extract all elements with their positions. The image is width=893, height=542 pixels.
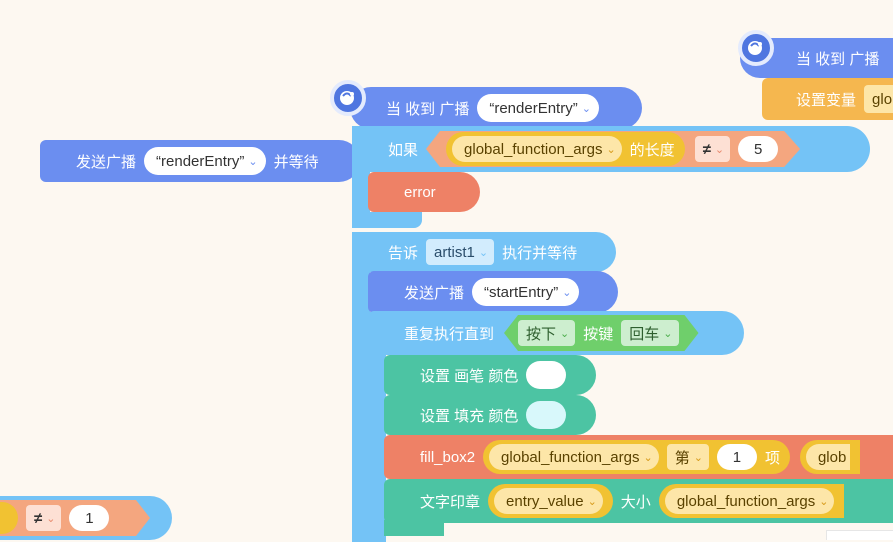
repeat-label: 重复执行直到 [404, 325, 495, 343]
broadcast-message-dropdown[interactable]: “renderEntry” ⌄ [144, 147, 266, 175]
pen-color-swatch[interactable] [526, 361, 567, 389]
text-stamp-block[interactable]: 文字印章 entry_value ⌄ 大小 global_function_ar… [384, 479, 893, 523]
length-label: 的长度 [629, 141, 675, 159]
stamp-size-reporter[interactable]: global_function_args ⌄ [658, 484, 845, 518]
bottom-left-number-input[interactable]: 1 [69, 505, 110, 531]
stamp-size-var-dropdown[interactable]: global_function_args ⌄ [664, 488, 835, 514]
fill-box-label: fill_box2 [420, 448, 476, 466]
chevron-down-icon: ⌄ [693, 451, 703, 464]
set-fill-color-label: 设置 填充 颜色 [420, 407, 519, 425]
send-broadcast-dropdown[interactable]: “startEntry” ⌄ [472, 278, 580, 306]
error-block[interactable]: error [368, 172, 480, 212]
tell-prefix: 告诉 [388, 244, 419, 262]
tell-suffix: 执行并等待 [502, 244, 578, 262]
press-dropdown[interactable]: 按下 ⌄ [518, 320, 575, 346]
chevron-down-icon: ⌄ [248, 155, 258, 168]
if-block-bottom [352, 212, 422, 228]
top-right-hat-block[interactable]: 当 收到 广播 [738, 30, 893, 80]
if-label: 如果 [388, 141, 419, 159]
send-broadcast-wait-prefix: 发送广播 [76, 153, 137, 171]
set-variable-label: 设置变量 [796, 91, 857, 109]
tell-block[interactable]: 告诉 artist1 ⌄ 执行并等待 [352, 232, 616, 272]
stamp-value-outline [826, 530, 893, 540]
send-broadcast-wait-block[interactable]: 发送广播 “renderEntry” ⌄ 并等待 [40, 140, 360, 182]
main-hat-block[interactable]: 当 收到 广播 “renderEntry” ⌄ [330, 80, 642, 130]
chevron-down-icon: ⌄ [562, 286, 572, 299]
set-pen-color-label: 设置 画笔 颜色 [420, 367, 519, 385]
tell-target-dropdown[interactable]: artist1 ⌄ [426, 239, 495, 265]
if-operator-dropdown[interactable]: ≠ ⌄ [695, 136, 730, 162]
bottom-left-operator-dropdown[interactable]: ≠ ⌄ [26, 505, 62, 531]
chevron-down-icon: ⌄ [587, 495, 597, 508]
text-stamp-bottom [384, 520, 444, 536]
broadcast-icon [738, 30, 774, 66]
chevron-down-icon: ⌄ [560, 327, 570, 340]
fill-box-var-dropdown[interactable]: global_function_args ⌄ [489, 444, 659, 470]
main-hat-label: 当 收到 广播 [386, 100, 470, 118]
if-var-dropdown[interactable]: global_function_args ⌄ [452, 136, 622, 162]
set-variable-dropdown[interactable]: glo [864, 85, 893, 113]
chevron-down-icon: ⌄ [581, 102, 591, 115]
chevron-down-icon: ⌄ [643, 451, 653, 464]
chevron-down-icon: ⌄ [46, 512, 56, 525]
list-item-reporter[interactable]: global_function_args ⌄ 第 ⌄ 1 项 [483, 440, 790, 474]
top-right-hat-label: 当 收到 广播 [796, 51, 880, 68]
index-prefix-dropdown[interactable]: 第 ⌄ [666, 444, 709, 470]
chevron-down-icon: ⌄ [663, 327, 673, 340]
chevron-down-icon: ⌄ [714, 143, 725, 156]
main-hat-message-dropdown[interactable]: “renderEntry” ⌄ [477, 94, 599, 122]
send-broadcast-wait-suffix: 并等待 [273, 153, 319, 171]
length-reporter[interactable]: global_function_args ⌄ 的长度 [446, 132, 685, 166]
fill-color-swatch[interactable] [526, 401, 567, 429]
set-variable-block[interactable]: 设置变量 glo [762, 78, 893, 120]
send-broadcast-prefix: 发送广播 [404, 284, 465, 302]
chevron-down-icon: ⌄ [819, 495, 829, 508]
if-condition[interactable]: global_function_args ⌄ 的长度 ≠ ⌄ 5 [426, 131, 800, 167]
chevron-down-icon: ⌄ [606, 143, 616, 156]
text-stamp-label: 文字印章 [420, 493, 481, 511]
stamp-value-dropdown[interactable]: entry_value ⌄ [494, 488, 603, 514]
trailing-reporter[interactable]: glob [799, 440, 861, 474]
set-pen-color-block[interactable]: 设置 画笔 颜色 [384, 355, 596, 395]
send-broadcast-block[interactable]: 发送广播 “startEntry” ⌄ [368, 271, 618, 313]
broadcast-icon [330, 80, 366, 116]
index-input[interactable]: 1 [716, 444, 757, 470]
key-dropdown[interactable]: 回车 ⌄ [621, 320, 678, 346]
set-fill-color-block[interactable]: 设置 填充 颜色 [384, 395, 596, 435]
trailing-var-dropdown[interactable]: glob [805, 444, 851, 470]
stamp-value-reporter[interactable]: entry_value ⌄ [488, 484, 613, 518]
key-label: 按键 [583, 325, 614, 343]
repeat-until-block[interactable]: 重复执行直到 按下 ⌄ 按键 回车 ⌄ [368, 311, 744, 355]
stamp-size-label: 大小 [620, 493, 651, 511]
index-suffix: 项 [764, 449, 780, 467]
error-label: error [404, 183, 436, 201]
fill-box-block[interactable]: fill_box2 global_function_args ⌄ 第 ⌄ 1 项… [384, 435, 893, 479]
if-block[interactable]: 如果 global_function_args ⌄ 的长度 ≠ ⌄ 5 [352, 126, 870, 172]
if-number-input[interactable]: 5 [738, 136, 778, 162]
chevron-down-icon: ⌄ [478, 246, 489, 259]
key-pressed-condition[interactable]: 按下 ⌄ 按键 回车 ⌄ [504, 315, 698, 351]
